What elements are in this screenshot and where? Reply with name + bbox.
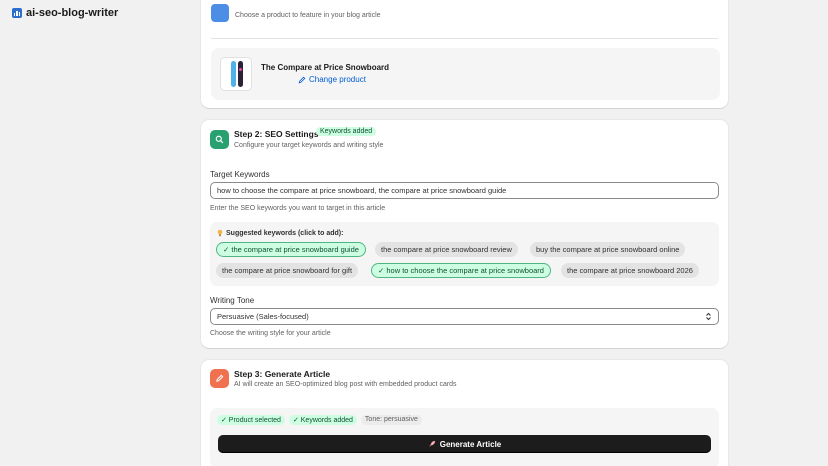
generate-article-card: Step 3: Generate Article AI will create …: [201, 360, 728, 466]
snowboard-image: [231, 61, 236, 87]
step1-subtitle: Choose a product to feature in your blog…: [235, 12, 381, 19]
tone-help-text: Choose the writing style for your articl…: [210, 330, 331, 337]
writing-tone-label: Writing Tone: [210, 296, 255, 305]
seo-settings-card: Step 2: SEO Settings Keywords added Conf…: [201, 120, 728, 348]
generate-article-button[interactable]: Generate Article: [218, 435, 711, 453]
select-chevron-icon: [706, 312, 711, 321]
step3-subtitle: AI will create an SEO-optimized blog pos…: [234, 381, 457, 388]
suggested-keywords-title: Suggested keywords (click to add):: [217, 229, 343, 237]
keywords-help-text: Enter the SEO keywords you want to targe…: [210, 205, 386, 212]
target-keywords-label: Target Keywords: [210, 170, 270, 179]
keyword-chip[interactable]: ✓ the compare at price snowboard guide: [216, 242, 366, 257]
keywords-added-badge: Keywords added: [316, 127, 377, 136]
step3-title: Step 3: Generate Article: [234, 369, 331, 379]
status-badges: ✓ Product selected ✓ Keywords added Tone…: [217, 415, 422, 425]
product-card: Choose a product to feature in your blog…: [201, 0, 728, 108]
generate-article-label: Generate Article: [439, 439, 502, 449]
keyword-chip[interactable]: buy the compare at price snowboard onlin…: [530, 242, 686, 257]
snowboard-image: [238, 61, 243, 87]
tone-badge: Tone: persuasive: [360, 415, 422, 425]
product-name: The Compare at Price Snowboard: [261, 63, 390, 72]
product-thumbnail: [220, 57, 252, 91]
generation-summary: ✓ Product selected ✓ Keywords added Tone…: [210, 408, 719, 466]
app-logo-icon: [12, 8, 22, 18]
keyword-chip[interactable]: ✓ how to choose the compare at price sno…: [371, 263, 551, 278]
writing-tone-value: Persuasive (Sales-focused): [217, 312, 309, 321]
keyword-chip[interactable]: the compare at price snowboard review: [375, 242, 518, 257]
pencil-icon: [298, 76, 306, 83]
keyword-chip[interactable]: the compare at price snowboard for gift: [216, 263, 359, 278]
writing-tone-select[interactable]: Persuasive (Sales-focused): [210, 308, 719, 325]
keywords-added-badge: ✓ Keywords added: [288, 415, 357, 425]
step1-icon: [211, 4, 229, 22]
rocket-icon: [429, 440, 435, 447]
change-product-link[interactable]: Change product: [298, 75, 366, 84]
lightbulb-icon: [217, 229, 223, 237]
target-keywords-value: how to choose the compare at price snowb…: [217, 186, 507, 195]
step1-header: Choose a product to feature in your blog…: [211, 0, 711, 36]
divider: [211, 38, 718, 39]
suggested-keywords-panel: Suggested keywords (click to add): ✓ the…: [210, 222, 719, 286]
step2-subtitle: Configure your target keywords and writi…: [234, 142, 384, 149]
search-icon: [210, 130, 229, 149]
keyword-chip[interactable]: the compare at price snowboard 2026: [561, 263, 699, 278]
step2-title: Step 2: SEO Settings: [234, 129, 319, 139]
pencil-icon: [210, 369, 229, 388]
app-title: ai-seo-blog-writer: [26, 7, 119, 19]
product-selected-badge: ✓ Product selected: [217, 415, 285, 425]
suggested-keywords-heading: Suggested keywords (click to add):: [226, 229, 344, 237]
target-keywords-input[interactable]: how to choose the compare at price snowb…: [210, 182, 719, 199]
change-product-label: Change product: [309, 75, 366, 84]
selected-product: The Compare at Price Snowboard Change pr…: [211, 48, 720, 100]
